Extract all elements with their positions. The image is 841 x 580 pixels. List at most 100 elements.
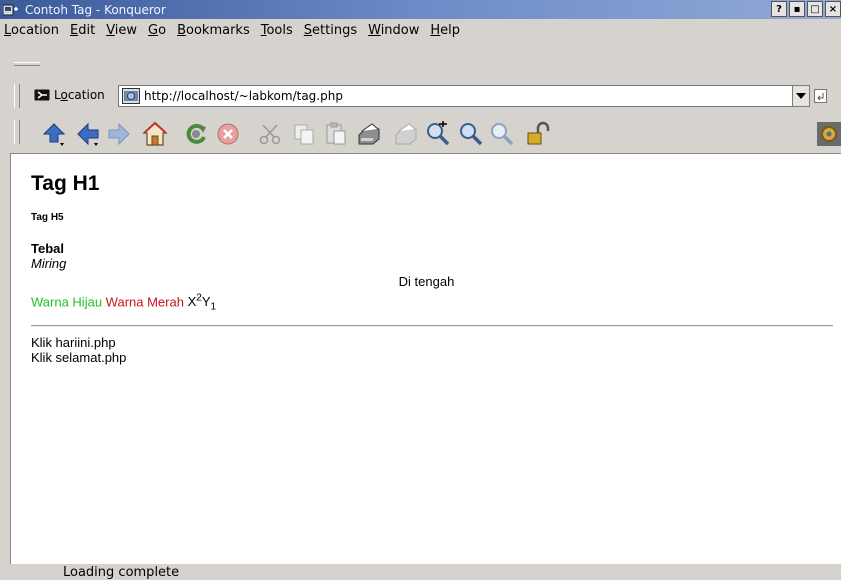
color-line: Warna Hijau Warna Merah X2Y1 <box>31 291 841 315</box>
subscript: 1 <box>210 301 217 313</box>
menu-view[interactable]: View <box>106 23 137 38</box>
reload-button[interactable] <box>182 120 210 148</box>
print-icon <box>358 123 380 145</box>
collapsed-toolbar-handle[interactable] <box>14 62 40 66</box>
print-button[interactable] <box>355 120 383 148</box>
paste-icon <box>326 122 346 145</box>
zoom-button[interactable] <box>488 120 516 148</box>
zoom-in-button[interactable] <box>424 120 452 148</box>
menu-location-label: ocation <box>11 22 59 38</box>
print-frame-icon <box>395 123 417 145</box>
go-icon[interactable] <box>813 88 829 104</box>
menu-window-label: indow <box>380 22 420 38</box>
menu-settings[interactable]: Settings <box>304 23 357 38</box>
menu-tools-label: ools <box>266 22 293 38</box>
statusbar: Loading complete <box>0 564 841 580</box>
location-label-mnemonic: o <box>60 88 68 102</box>
sup-base: X <box>187 294 197 310</box>
green-text: Warna Hijau <box>31 294 103 310</box>
menu-help[interactable]: Help <box>430 23 460 38</box>
link-selamat[interactable]: Klik selamat.php <box>31 350 126 365</box>
zoom-out-button[interactable] <box>457 120 485 148</box>
cut-button[interactable] <box>256 120 284 148</box>
up-button[interactable] <box>40 120 68 148</box>
heading-h5: Tag H5 <box>31 212 64 223</box>
menu-go-mnemonic: G <box>148 22 159 38</box>
menu-help-label: elp <box>440 22 461 38</box>
heading-h1: Tag H1 <box>31 172 100 195</box>
menu-edit-mnemonic: E <box>70 22 79 38</box>
back-button[interactable] <box>74 120 102 148</box>
menu-edit[interactable]: Edit <box>70 23 95 38</box>
security-button[interactable] <box>524 120 552 148</box>
stop-button[interactable] <box>214 120 242 148</box>
konqueror-app-icon[interactable] <box>3 3 19 17</box>
zoom-icon <box>491 123 514 146</box>
menu-settings-mnemonic: S <box>303 22 313 38</box>
menu-location-mnemonic: L <box>4 22 12 38</box>
main-toolbar-grip[interactable] <box>14 120 20 144</box>
forward-button[interactable] <box>105 120 133 148</box>
main-toolbar <box>0 114 841 152</box>
page-content: Tag H1 Tag H5 Tebal Miring Di tengah War… <box>11 154 841 365</box>
menu-bookmarks[interactable]: Bookmarks <box>177 23 250 38</box>
menu-go-label: o <box>158 22 167 38</box>
url-input[interactable] <box>144 89 764 103</box>
menu-window-mnemonic: W <box>368 22 381 38</box>
zoom-out-icon <box>460 123 483 146</box>
security-lock-icon <box>527 121 550 145</box>
location-label-post: cation <box>67 88 105 102</box>
clear-location-icon <box>34 89 50 101</box>
print-frame-button[interactable] <box>392 120 420 148</box>
menu-view-mnemonic: V <box>106 22 115 38</box>
links-block: Klik hariini.php Klik selamat.php <box>31 335 126 365</box>
menu-bookmarks-label: ookmarks <box>186 22 250 38</box>
close-button[interactable]: × <box>825 1 841 17</box>
collapsed-toolbar-area <box>0 41 841 74</box>
window-titlebar[interactable]: Contoh Tag - Konqueror ? ▪ □ × <box>0 0 841 19</box>
location-toolbar-grip[interactable] <box>14 84 20 108</box>
help-window-button[interactable]: ? <box>771 1 787 17</box>
horizontal-rule <box>31 325 833 327</box>
location-field[interactable] <box>118 85 792 107</box>
menu-help-mnemonic: H <box>430 22 441 38</box>
menu-location[interactable]: Location <box>4 23 59 38</box>
page-icon <box>122 88 140 104</box>
reload-icon <box>186 123 206 144</box>
link-hariini[interactable]: Klik hariini.php <box>31 335 126 350</box>
window-title: Contoh Tag - Konqueror <box>25 2 166 17</box>
stop-icon <box>217 123 239 145</box>
location-history-dropdown[interactable] <box>792 85 810 107</box>
location-label[interactable]: Location <box>34 88 105 102</box>
home-icon <box>142 121 168 146</box>
paste-button[interactable] <box>322 120 350 148</box>
minimize-button[interactable]: ▪ <box>789 1 805 17</box>
bold-text: Tebal <box>31 241 64 256</box>
centered-text: Di tengah <box>398 274 455 289</box>
forward-icon <box>108 122 130 146</box>
italic-text: Miring <box>31 256 67 271</box>
copy-button[interactable] <box>290 120 318 148</box>
back-icon <box>77 122 99 146</box>
menu-settings-label: ettings <box>312 22 358 38</box>
copy-icon <box>294 124 314 145</box>
menu-tools[interactable]: Tools <box>261 23 293 38</box>
chevron-down-icon <box>796 93 806 99</box>
menu-view-label: iew <box>114 22 138 38</box>
home-button[interactable] <box>141 120 169 148</box>
up-icon <box>42 123 66 146</box>
location-toolbar: Location <box>0 82 841 110</box>
maximize-button[interactable]: □ <box>807 1 823 17</box>
page-viewport[interactable]: Tag H1 Tag H5 Tebal Miring Di tengah War… <box>10 153 841 564</box>
menu-window[interactable]: Window <box>368 23 419 38</box>
cut-icon <box>259 124 281 145</box>
zoom-in-icon <box>427 121 450 146</box>
status-text: Loading complete <box>63 564 180 580</box>
gear-icon <box>817 122 841 146</box>
superscript-group: X2Y1 <box>187 293 216 313</box>
menubar: Location Edit View Go Bookmarks Tools Se… <box>0 19 841 41</box>
red-text: Warna Merah <box>105 294 184 310</box>
activity-indicator[interactable] <box>815 120 841 148</box>
menu-edit-label: dit <box>78 22 96 38</box>
menu-go[interactable]: Go <box>148 23 166 38</box>
